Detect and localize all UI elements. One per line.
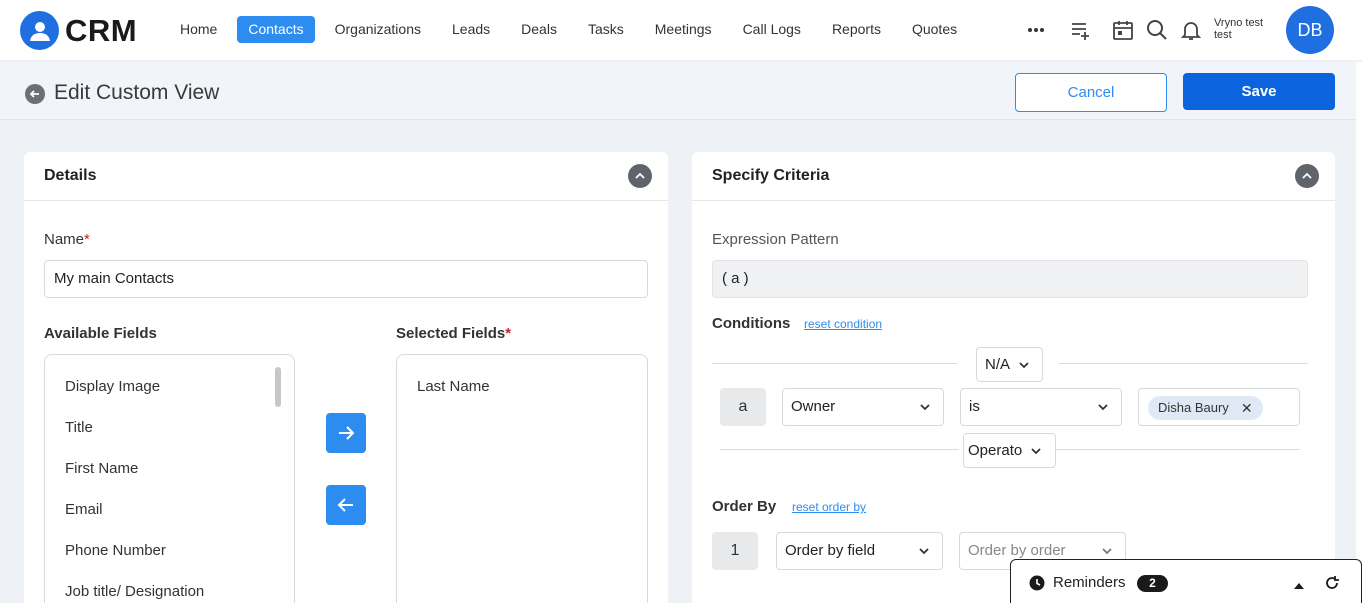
available-fields-list[interactable]: Display Image Title First Name Email Pho… [44,354,295,603]
nav-item-tasks[interactable]: Tasks [577,16,635,43]
top-operator-select[interactable]: N/A [976,347,1043,382]
nav-item-organizations[interactable]: Organizations [324,16,432,43]
bottom-operator-select[interactable]: Operato [963,433,1056,468]
list-item[interactable]: Display Image [65,378,160,395]
chevron-down-icon [920,404,930,411]
close-icon[interactable]: ✕ [1241,396,1253,420]
user-name: Vryno test test [1214,17,1264,41]
chevron-up-icon[interactable] [1295,164,1319,188]
condition-letter: a [720,388,766,426]
chevron-down-icon [919,548,929,555]
name-input[interactable]: My main Contacts [44,260,648,298]
available-fields-label: Available Fields [44,325,157,342]
criteria-title: Specify Criteria [712,167,830,184]
nav-menu: Home Contacts Organizations Leads Deals … [169,16,977,43]
chevron-down-icon [1031,448,1041,455]
page-scrollbar[interactable] [1356,62,1362,603]
reminders-widget[interactable]: Reminders 2 [1010,559,1362,603]
chevron-down-icon [1102,548,1112,555]
nav-item-contacts[interactable]: Contacts [237,16,315,43]
details-panel: Details Name* My main Contacts Available… [24,152,668,603]
caret-up-icon[interactable] [1293,578,1305,596]
cancel-button[interactable]: Cancel [1015,73,1167,112]
user-logo-icon [20,11,59,50]
nav-item-meetings[interactable]: Meetings [644,16,723,43]
top-navbar: CRM Home Contacts Organizations Leads De… [0,0,1362,60]
avatar[interactable]: DB [1286,6,1334,54]
page-title: Edit Custom View [54,81,220,104]
reset-condition-link[interactable]: reset condition [804,317,882,331]
divider [712,363,957,364]
divider [1059,363,1308,364]
expression-label: Expression Pattern [712,231,839,248]
list-item[interactable]: First Name [65,460,138,477]
details-header: Details [24,152,668,201]
nav-item-quotes[interactable]: Quotes [901,16,968,43]
nav-item-home[interactable]: Home [169,16,228,43]
expression-input[interactable]: ( a ) [712,260,1308,298]
reminders-label: Reminders [1053,574,1126,591]
name-label: Name* [44,231,90,248]
reminders-count-badge: 2 [1137,575,1168,592]
list-item[interactable]: Email [65,501,103,518]
save-button[interactable]: Save [1183,73,1335,110]
condition-operator-select[interactable]: is [960,388,1122,426]
app-logo[interactable]: CRM [20,11,137,50]
chevron-down-icon [1098,404,1108,411]
condition-field-select[interactable]: Owner [782,388,944,426]
list-item[interactable]: Phone Number [65,542,166,559]
nav-item-call-logs[interactable]: Call Logs [732,16,812,43]
page-header: Edit Custom View Cancel Save [0,62,1362,120]
criteria-panel: Specify Criteria Expression Pattern ( a … [692,152,1335,603]
chevron-down-icon [1019,362,1029,369]
order-by-label: Order By [712,498,777,515]
value-chip: Disha Baury ✕ [1148,396,1263,420]
reset-order-by-link[interactable]: reset order by [792,500,866,514]
list-item[interactable]: Last Name [417,378,490,395]
move-right-button[interactable] [326,413,366,453]
nav-item-leads[interactable]: Leads [441,16,501,43]
chevron-up-icon[interactable] [628,164,652,188]
bell-icon[interactable] [1180,19,1202,41]
back-arrow-icon[interactable] [25,84,45,104]
selected-fields-label: Selected Fields* [396,325,512,342]
add-list-icon[interactable] [1070,19,1092,41]
more-icon[interactable] [1027,20,1045,45]
conditions-label: Conditions [712,315,791,332]
move-left-button[interactable] [326,485,366,525]
criteria-header: Specify Criteria [692,152,1335,201]
calendar-icon[interactable] [1112,19,1134,41]
details-title: Details [44,167,97,184]
search-icon[interactable] [1146,19,1168,41]
refresh-icon[interactable] [1324,575,1340,596]
nav-item-reports[interactable]: Reports [821,16,892,43]
scrollbar-thumb[interactable] [275,367,281,407]
arrow-left-icon [337,498,353,512]
selected-fields-list[interactable]: Last Name [396,354,648,603]
divider [1056,449,1300,450]
clock-icon [1029,575,1045,596]
arrow-right-icon [339,426,355,440]
nav-item-deals[interactable]: Deals [510,16,568,43]
list-item[interactable]: Title [65,419,93,436]
divider [720,449,959,450]
logo-text: CRM [65,12,138,48]
order-index: 1 [712,532,758,570]
list-item[interactable]: Job title/ Designation [65,583,204,600]
order-by-field-select[interactable]: Order by field [776,532,943,570]
